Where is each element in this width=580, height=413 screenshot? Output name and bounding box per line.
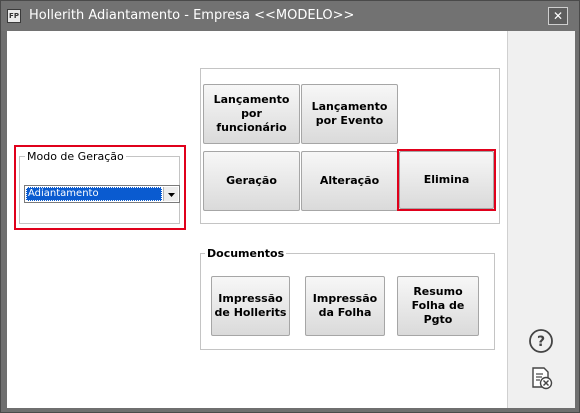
svg-text:?: ?: [537, 334, 545, 350]
lancamento-funcionario-button[interactable]: Lançamento por funcionário: [203, 84, 300, 144]
impressao-folha-button[interactable]: Impressão da Folha: [305, 276, 385, 336]
geracao-button[interactable]: Geração: [203, 151, 300, 211]
right-sidebar: ?: [507, 31, 575, 408]
impressao-hollerits-button[interactable]: Impressão de Hollerits: [211, 276, 290, 336]
exit-document-icon[interactable]: [528, 365, 554, 391]
close-icon: ✕: [552, 9, 564, 23]
dropdown-button[interactable]: [163, 187, 178, 201]
window-client-area: Modo de Geração Adiantamento Lançamento …: [7, 31, 575, 408]
mode-select-value: Adiantamento: [26, 187, 162, 201]
close-button[interactable]: ✕: [548, 7, 568, 25]
app-icon: FP: [7, 9, 21, 23]
elimina-highlight-box: [397, 149, 496, 211]
resumo-folha-button[interactable]: Resumo Folha de Pgto: [397, 276, 479, 336]
main-window: FP Hollerith Adiantamento - Empresa <<MO…: [0, 0, 580, 413]
documentos-title: Documentos: [205, 247, 287, 260]
chevron-down-icon: [168, 193, 175, 197]
mode-legend: Modo de Geração: [25, 150, 126, 163]
window-title: Hollerith Adiantamento - Empresa <<MODEL…: [29, 8, 355, 23]
help-icon[interactable]: ?: [528, 328, 554, 354]
title-bar: FP Hollerith Adiantamento - Empresa <<MO…: [1, 1, 579, 31]
alteracao-button[interactable]: Alteração: [301, 151, 398, 211]
lancamento-evento-button[interactable]: Lançamento por Evento: [301, 84, 398, 144]
mode-select[interactable]: Adiantamento: [24, 185, 180, 203]
